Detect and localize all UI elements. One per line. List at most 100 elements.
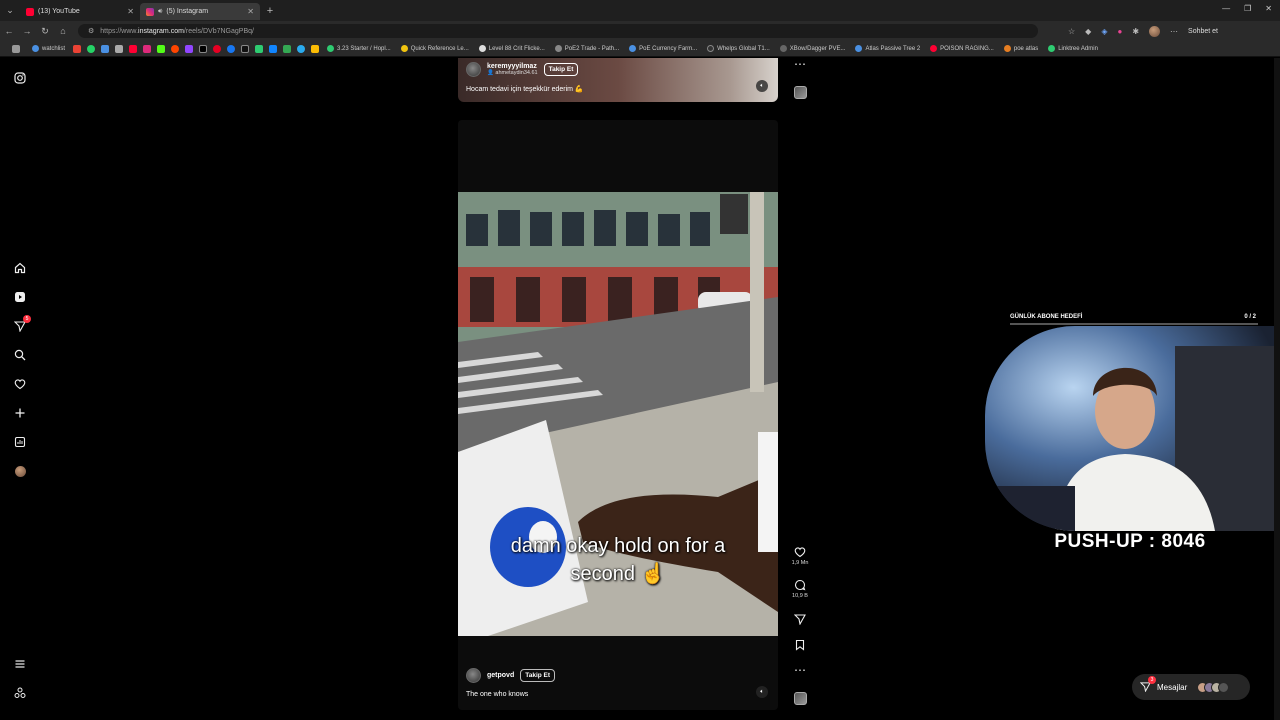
extension-icon[interactable]: ◆ [1085,27,1091,36]
tiktok-icon[interactable] [241,44,250,53]
menu-dots-icon[interactable]: ⋯ [1170,27,1178,36]
sohbet-button[interactable]: Sohbet et [1188,28,1218,35]
youtube-favicon-icon [26,7,34,16]
bookmark-apps[interactable] [6,44,26,53]
bookmark-label: PoE Currency Farm... [639,45,698,52]
avatar[interactable] [466,668,481,683]
drive-icon[interactable] [311,44,320,53]
audio-thumbnail[interactable] [789,692,811,705]
reels-icon[interactable] [12,289,28,305]
bluesky-icon[interactable] [269,44,278,53]
bookmark-item[interactable]: PoE2 Trade - Path... [551,45,623,52]
more-options-icon[interactable]: ⋯ [789,58,811,70]
new-tab-icon[interactable]: + [260,5,280,17]
bookmark-item[interactable]: Quick Reference Le... [397,45,473,52]
messages-button[interactable]: 3 Mesajlar [1132,674,1250,700]
extension-icon[interactable]: ◈ [1101,27,1107,36]
bookmark-label: PoE2 Trade - Path... [564,45,620,52]
close-window-icon[interactable]: ✕ [1265,4,1272,13]
home-icon[interactable]: ⌂ [54,26,72,36]
extension-icon[interactable]: ● [1117,27,1122,36]
url-field[interactable]: ⚙ https://www. instagram.com/reels/DVb7NG… [78,24,1038,38]
back-icon[interactable]: ← [0,26,18,36]
gmail-icon[interactable] [73,44,82,53]
reel-video[interactable]: damn okay hold on for a second ☝ [458,192,778,636]
youtube-icon[interactable] [129,44,138,53]
follow-button[interactable]: Takip Et [520,669,556,682]
audio-thumbnail[interactable] [789,86,811,99]
username[interactable]: keremyyyilmaz [487,63,538,70]
bookmark-item[interactable]: Atlas Passive Tree 2 [851,45,924,52]
more-options-icon[interactable]: ⋯ [789,664,811,676]
more-menu-icon[interactable] [12,656,28,672]
tool-icon[interactable] [255,44,264,53]
bookmark-label: poe atlas [1013,45,1039,52]
mute-icon[interactable]: 🔈︎ [756,686,768,698]
reload-icon[interactable]: ↻ [36,26,54,37]
avatar[interactable] [466,62,481,77]
tab-youtube[interactable]: (13) YouTube ✕ [20,3,140,20]
dots-icon: ⋯ [794,57,806,71]
bookmark-item[interactable]: Whelps Global T1... [703,45,774,52]
page-scrollbar[interactable] [1274,58,1280,720]
instagram-icon[interactable] [143,44,152,53]
tab-title: (5) Instagram [166,8,209,15]
site-info-icon[interactable]: ⚙ [88,27,94,35]
restore-icon[interactable]: ❐ [1244,4,1251,13]
puzzle-icon[interactable]: ✱ [1132,27,1139,36]
create-plus-icon[interactable] [12,405,28,421]
search-icon[interactable] [12,347,28,363]
tab-instagram[interactable]: 🔊︎ (5) Instagram ✕ [140,3,260,20]
username[interactable]: getpovd [487,672,514,679]
url-prefix: https://www. [100,27,139,35]
bookmark-item[interactable]: 3.23 Starter / Hopl... [323,45,395,52]
share-button[interactable] [789,613,811,625]
bookmark-item[interactable]: Linktree Admin [1044,45,1102,52]
bookmark-star-icon[interactable]: ☆ [1068,27,1075,36]
minimize-icon[interactable]: — [1222,4,1230,13]
bookmark-item[interactable]: PoE Currency Farm... [625,45,701,52]
bookmark-favicon-icon [1048,45,1056,52]
instagram-favicon-icon [146,7,154,16]
save-button[interactable] [789,639,811,651]
bookmark-item[interactable]: POISON RAGING... [926,45,998,52]
bookmark-watchlist[interactable]: watchlist [28,45,69,52]
profile-avatar[interactable] [1149,25,1161,37]
whatsapp-icon[interactable] [87,44,96,53]
instagram-logo-icon[interactable] [12,70,28,86]
follow-button[interactable]: Takip Et [543,63,579,76]
like-button[interactable]: 1,9 Mn [789,546,811,566]
bookmark-item[interactable]: poe atlas [1000,45,1042,52]
close-tab-icon[interactable]: ✕ [127,7,134,16]
reddit-icon[interactable] [171,44,180,53]
dashboard-icon[interactable] [12,434,28,450]
previous-reel[interactable]: keremyyyilmaz 👤 ahmetaydin34.61 Takip Et… [458,58,778,102]
collab-username[interactable]: 👤 ahmetaydin34.61 [487,70,538,76]
x-icon[interactable] [199,44,208,53]
grid-icon[interactable] [115,44,124,53]
direct-messages-icon[interactable]: 5 [12,315,31,334]
facebook-icon[interactable] [227,44,236,53]
maps-icon[interactable] [283,44,292,53]
bookmark-label: XBow/Dagger PVE... [789,45,846,52]
comment-button[interactable]: 10,9 B [789,579,811,599]
profile-avatar[interactable] [12,463,28,479]
mute-icon[interactable]: 🔈︎ [756,80,768,92]
kick-icon[interactable] [157,44,166,53]
pinterest-icon[interactable] [213,44,222,53]
bookmark-item[interactable]: XBow/Dagger PVE... [776,45,850,52]
home-icon[interactable] [12,260,28,276]
heart-icon[interactable] [12,376,28,392]
current-reel[interactable]: damn okay hold on for a second ☝ getpovd… [458,120,778,710]
speaker-icon[interactable]: 🔊︎ [158,8,162,16]
meta-apps-icon[interactable] [12,685,28,701]
telegram-icon[interactable] [297,44,306,53]
url-path: /reels/DVb7NGagPBq/ [183,27,254,35]
bookmark-item[interactable]: Level 88 Crit Flicke... [475,45,549,52]
close-tab-icon[interactable]: ✕ [247,7,254,16]
audio-thumb-icon [793,86,807,99]
forward-icon[interactable]: → [18,26,36,36]
tab-list-chevron-icon[interactable]: ⌄ [0,5,20,16]
translate-icon[interactable] [101,44,110,53]
twitch-icon[interactable] [185,44,194,53]
